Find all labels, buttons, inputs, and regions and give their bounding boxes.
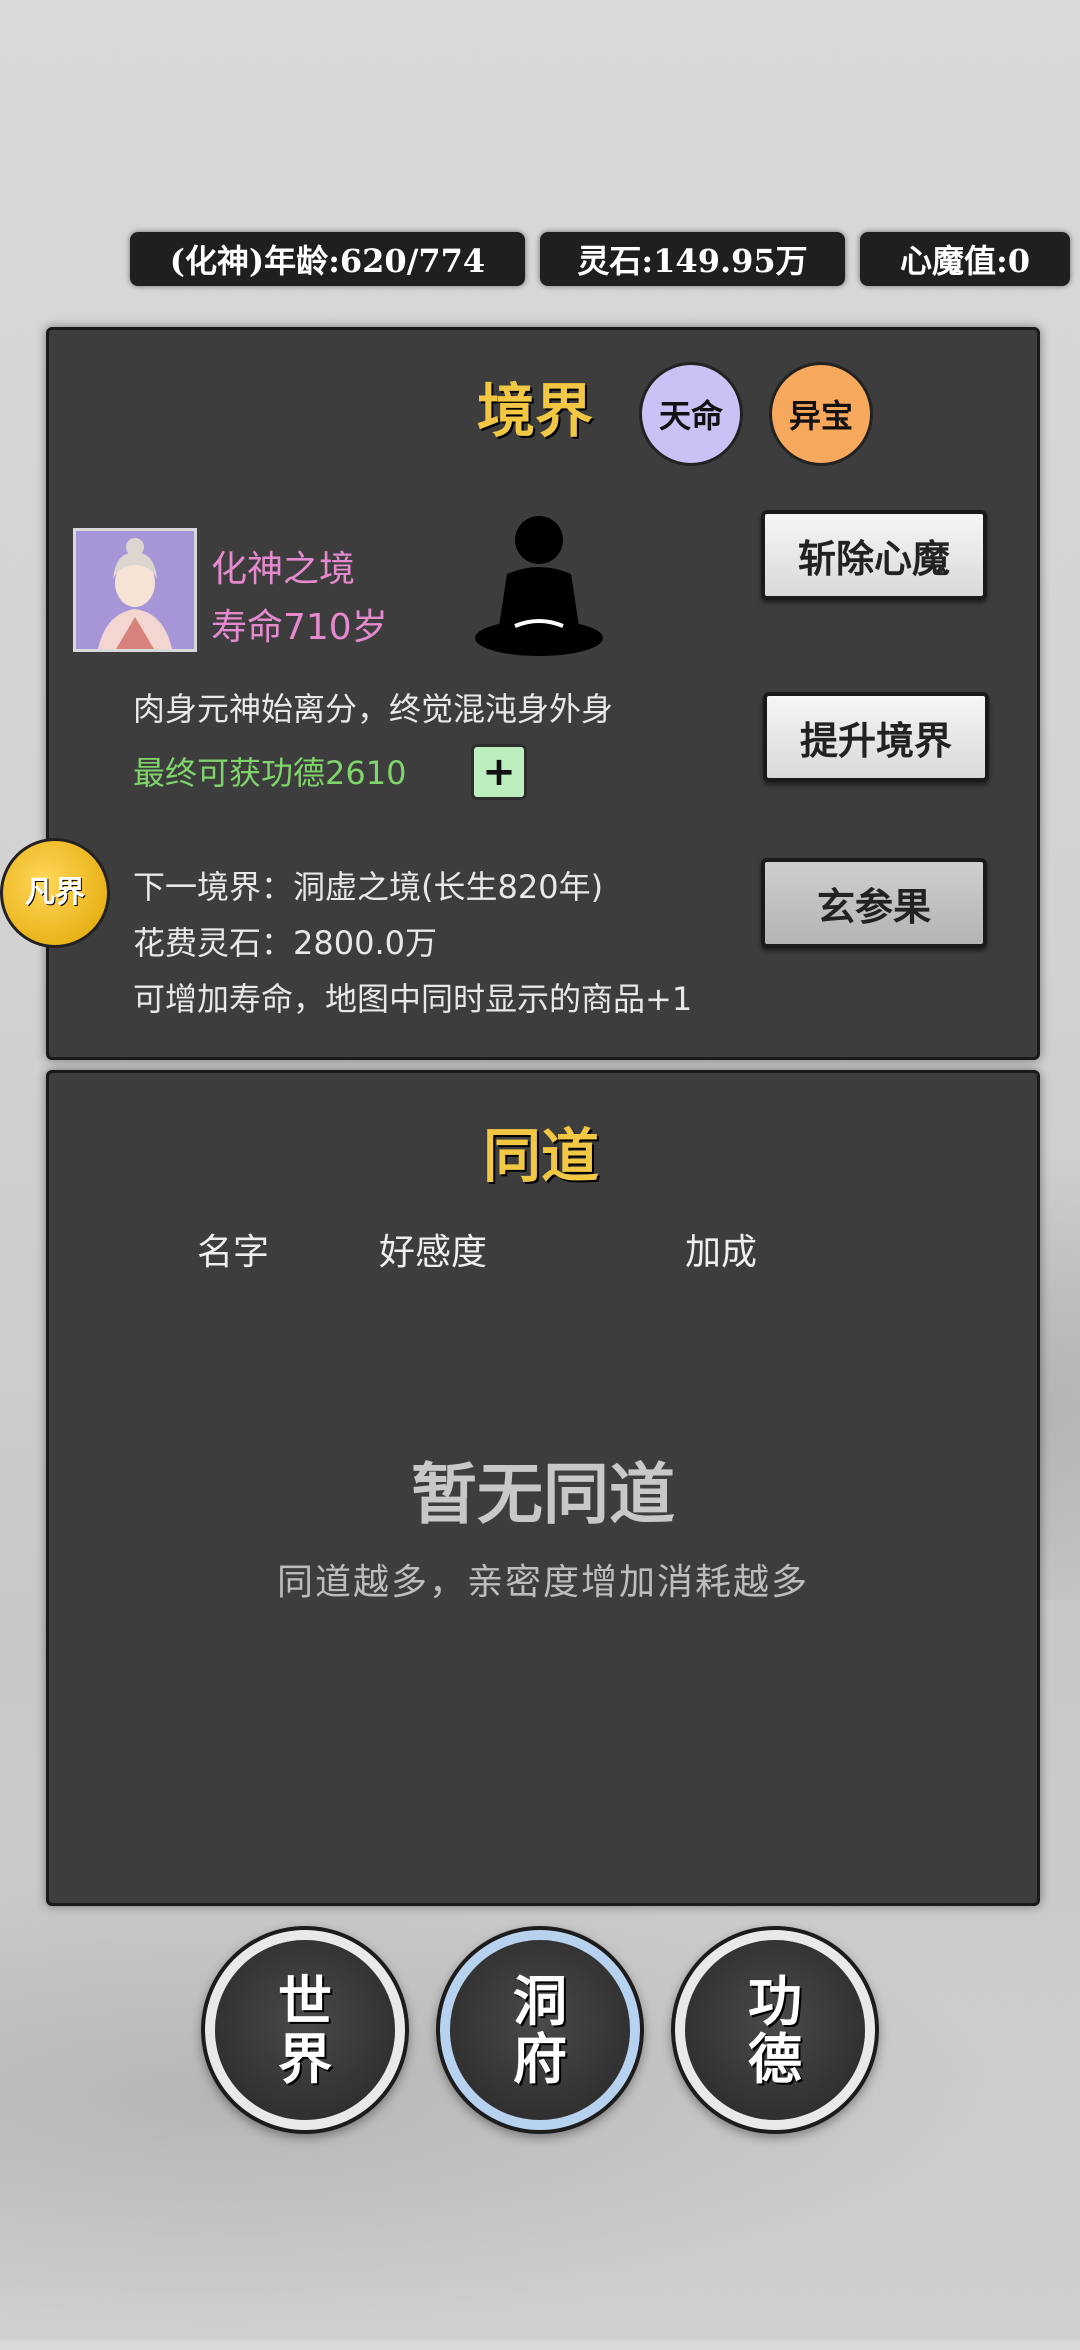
lifespan: 寿命710岁 (211, 607, 388, 648)
mortal-realm-badge[interactable]: 凡界 (0, 838, 110, 948)
realm-description: 肉身元神始离分，终觉混沌身外身 (133, 690, 614, 728)
upgrade-bonus: 可增加寿命，地图中同时显示的商品+1 (133, 980, 693, 1018)
companion-title: 同道 (483, 1122, 600, 1190)
realm-name: 化神之境 (211, 549, 356, 590)
slay-demon-button[interactable]: 斩除心魔 (761, 510, 987, 600)
upgrade-realm-button[interactable]: 提升境界 (763, 692, 989, 782)
age-status: (化神)年龄:620/774 (130, 232, 525, 286)
merit-reward: 最终可获功德2610 (133, 754, 407, 792)
spirit-stone-status: 灵石:149.95万 (540, 232, 845, 286)
realm-title: 境界 (477, 377, 594, 445)
avatar (73, 528, 197, 652)
column-bonus: 加成 (685, 1232, 758, 1273)
xuanshen-fruit-button[interactable]: 玄参果 (761, 858, 987, 948)
companion-panel: 同道 名字 好感度 加成 暂无同道 同道越多，亲密度增加消耗越多 (46, 1070, 1040, 1906)
meditation-icon (469, 510, 609, 660)
empty-state-title: 暂无同道 (411, 1455, 675, 1533)
next-realm: 下一境界：洞虚之境(长生820年) (133, 868, 604, 906)
treasure-button[interactable]: 异宝 (769, 362, 873, 466)
nav-merit-label: 功德 (748, 1969, 802, 2091)
nav-world-label: 世界 (278, 1969, 332, 2091)
nav-cave-label: 洞府 (513, 1969, 567, 2091)
empty-state-subtitle: 同道越多，亲密度增加消耗越多 (276, 1562, 809, 1603)
nav-world-button[interactable]: 世界 (215, 1940, 395, 2120)
demon-value-status: 心魔值:0 (860, 232, 1070, 286)
add-merit-button[interactable]: + (471, 744, 527, 800)
nav-cave-button[interactable]: 洞府 (450, 1940, 630, 2120)
destiny-button[interactable]: 天命 (639, 362, 743, 466)
column-name: 名字 (197, 1232, 270, 1273)
column-affinity: 好感度 (379, 1232, 488, 1273)
upgrade-cost: 花费灵石：2800.0万 (133, 924, 437, 962)
realm-panel: 境界 天命 异宝 化神之境 寿命710岁 肉身元神始离分，终觉混沌身外身 最终可… (46, 327, 1040, 1060)
nav-merit-button[interactable]: 功德 (685, 1940, 865, 2120)
